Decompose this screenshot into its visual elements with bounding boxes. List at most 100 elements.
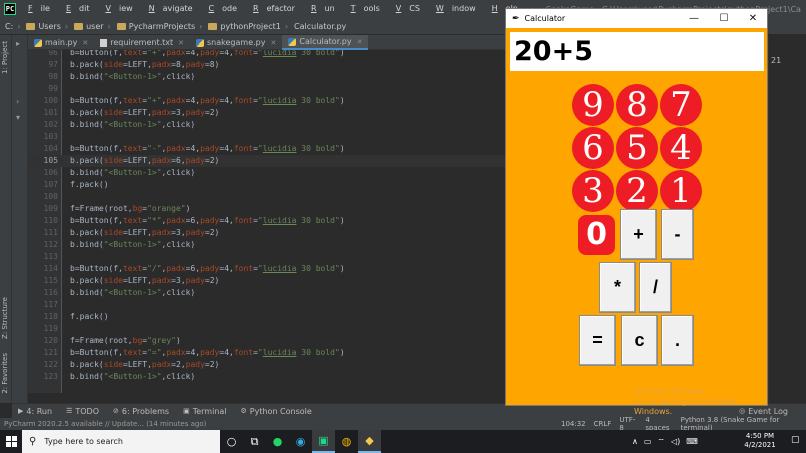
breadcrumb-item[interactable]: Users › (23, 22, 71, 31)
multiply-button[interactable]: * (599, 262, 636, 313)
menu-item-run[interactable]: Run (303, 0, 343, 18)
tool-tab-python-console[interactable]: ⚙ Python Console (241, 407, 312, 416)
digit-button-3[interactable]: 3 (572, 170, 614, 212)
digit-button-9[interactable]: 9 (572, 84, 614, 126)
code-text: b.bind("<Button-1>",click) (70, 120, 196, 129)
network-icon[interactable]: ⌔ (657, 437, 665, 447)
code-line: 114 b=Button(f,text="/",padx=6,pady=4,fon… (28, 263, 506, 275)
tab-close-icon[interactable]: ✕ (270, 39, 276, 47)
breadcrumb-item[interactable]: pythonProject1 › (205, 22, 291, 31)
plus-button[interactable]: + (620, 209, 657, 260)
breadcrumb-separator-icon: › (107, 21, 111, 31)
expand-arrow-icon[interactable]: › (16, 97, 19, 106)
breadcrumb-item[interactable]: PycharmProjects › (114, 22, 206, 31)
digit-button-6[interactable]: 6 (572, 127, 614, 169)
tab-close-icon[interactable]: ✕ (178, 39, 184, 47)
whatsapp-icon[interactable]: ● (266, 430, 289, 453)
volume-icon[interactable]: ◁) (671, 437, 680, 446)
start-button[interactable] (0, 430, 22, 453)
calculator-display[interactable]: 20+5 (510, 32, 764, 71)
tab-label: snakegame.py (207, 38, 266, 47)
decimal-button[interactable]: . (661, 315, 694, 366)
code-line: 110 b=Button(f,text="*",padx=6,pady=4,fon… (28, 215, 506, 227)
menu-item-file[interactable]: File (20, 0, 58, 18)
digit-button-1[interactable]: 1 (660, 170, 702, 212)
notification-icon[interactable]: ▢ (791, 435, 800, 445)
status-item[interactable]: 104:32 (561, 420, 586, 428)
code-line: 117 (28, 299, 506, 311)
chrome-icon[interactable]: ◍ (335, 430, 358, 453)
digit-button-5[interactable]: 5 (616, 127, 658, 169)
code-line: 98 b.bind("<Button-1>",click) (28, 71, 506, 83)
breadcrumb-item[interactable]: Calculator.py (291, 22, 349, 31)
cortana-icon[interactable]: ○ (220, 430, 243, 453)
digit-button-7[interactable]: 7 (660, 84, 702, 126)
equals-button[interactable]: = (579, 315, 616, 366)
divide-button[interactable]: / (639, 262, 672, 313)
menu-item-tools[interactable]: Tools (343, 0, 388, 18)
tab-close-icon[interactable]: ✕ (82, 39, 88, 47)
close-button[interactable]: ✕ (738, 9, 768, 28)
tab-close-icon[interactable]: ✕ (357, 38, 363, 46)
code-text: b.pack(side=LEFT,padx=3,pady=2) (70, 276, 220, 285)
menu-mnemonic: F (28, 4, 33, 13)
digit-button-2[interactable]: 2 (616, 170, 658, 212)
line-number: 112 (43, 240, 58, 249)
menu-item-view[interactable]: View (97, 0, 140, 18)
tool-tab-todo[interactable]: ☰ TODO (66, 407, 99, 416)
tool-tab-6-problems[interactable]: ⊘ 6: Problems (113, 407, 169, 416)
menu-item-refactor[interactable]: Refactor (245, 0, 303, 18)
code-text: b=Button(f,text="-",padx=4,pady=4,font="… (70, 144, 345, 153)
tool-tab-terminal[interactable]: ▣ Terminal (183, 407, 226, 416)
left-tool-strip: 1: Project Z: Structure 2: Favorites (0, 35, 12, 403)
minus-button[interactable]: - (661, 209, 694, 260)
tab-requirement-txt[interactable]: requirement.txt ✕ (94, 35, 190, 50)
taskbar-clock[interactable]: 4:50 PM 4/2/2021 (735, 432, 785, 450)
code-editor[interactable]: 96 b=Button(f,text="+",padx=4,pady=4,font… (28, 50, 506, 393)
clear-button[interactable]: c (621, 315, 658, 366)
code-line: 116 b.bind("<Button-1>",click) (28, 287, 506, 299)
calculator-title-bar: ✒ Calculator — ☐ ✕ (506, 9, 767, 28)
task-view-icon[interactable]: ⧉ (243, 430, 266, 453)
line-number: 109 (43, 204, 58, 213)
taskbar-search-box[interactable]: ⚲ Type here to search (22, 430, 220, 453)
digit-button-0[interactable]: 0 (578, 215, 615, 255)
menu-item-edit[interactable]: Edit (58, 0, 98, 18)
language-icon[interactable]: ⌨ (686, 437, 698, 446)
run-icon: ▶ (18, 407, 24, 415)
structure-tool-tab[interactable]: Z: Structure (1, 297, 9, 339)
pycharm-taskbar-icon[interactable]: ▣ (312, 430, 335, 453)
code-text: b=Button(f,text="=",padx=4,pady=4,font="… (70, 348, 345, 357)
status-message[interactable]: PyCharm 2020.2.5 available // Update... … (4, 420, 206, 428)
project-tool-tab[interactable]: 1: Project (1, 41, 9, 74)
maximize-button[interactable]: ☐ (709, 9, 739, 28)
breadcrumb-item[interactable]: C: › (2, 22, 23, 31)
menu-item-code[interactable]: Code (201, 0, 246, 18)
code-text: b.pack(side=LEFT,padx=8,pady=8) (70, 60, 220, 69)
breadcrumb-item[interactable]: user › (71, 22, 114, 31)
menu-item-vcs[interactable]: V CS (388, 0, 428, 18)
tool-tab-4-run[interactable]: ▶ 4: Run (18, 407, 52, 416)
digit-button-4[interactable]: 4 (660, 127, 702, 169)
minimize-button[interactable]: — (679, 9, 709, 28)
tab-main-py[interactable]: main.py ✕ (28, 35, 94, 50)
line-number: 100 (43, 96, 58, 105)
python-taskbar-icon[interactable]: ◆ (358, 430, 381, 453)
code-line: 112 b.bind("<Button-1>",click) (28, 239, 506, 251)
tray-chevron-icon[interactable]: ∧ (632, 437, 638, 446)
favorites-tool-tab[interactable]: 2: Favorites (1, 353, 9, 394)
project-panel-collapsed: ▸ › ▾ (12, 35, 28, 403)
digit-button-8[interactable]: 8 (616, 84, 658, 126)
tab-snakegame-py[interactable]: snakegame.py ✕ (190, 35, 282, 50)
tab-calculator-py[interactable]: Calculator.py ✕ (282, 35, 369, 50)
menu-item-window[interactable]: Window (428, 0, 484, 18)
menu-item-navigate[interactable]: Navigate (141, 0, 201, 18)
project-panel-icon[interactable]: ▸ (16, 39, 20, 48)
menu-mnemonic: V (105, 4, 111, 13)
status-item[interactable]: CRLF (594, 420, 612, 428)
line-number: 107 (43, 180, 58, 189)
battery-icon[interactable]: ▭ (644, 437, 652, 446)
collapse-arrow-icon[interactable]: ▾ (16, 113, 20, 122)
edge-icon[interactable]: ◉ (289, 430, 312, 453)
line-number: 113 (43, 252, 58, 261)
